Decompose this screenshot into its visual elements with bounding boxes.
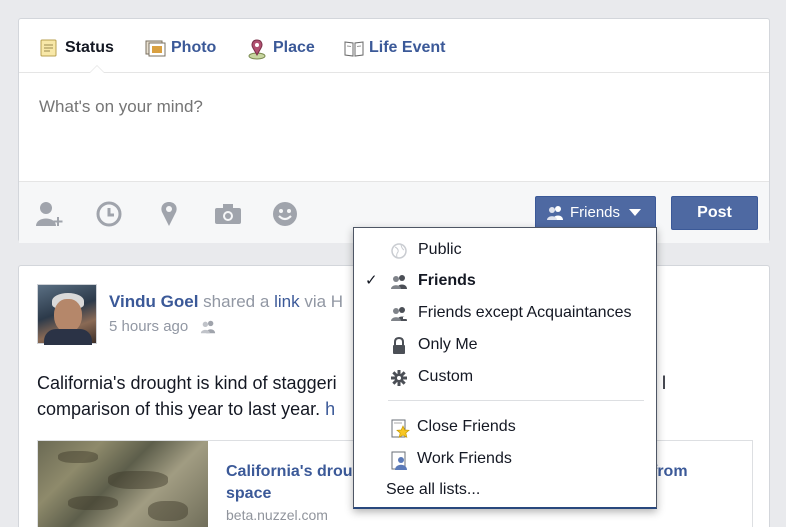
star-list-icon — [390, 419, 410, 439]
dropdown-divider — [388, 400, 644, 401]
audience-option-only-me[interactable]: Only Me — [354, 331, 656, 361]
story-inline-link[interactable]: h — [325, 399, 335, 419]
story-text-line2: comparison of this year to last year. — [37, 399, 321, 419]
tab-life-event[interactable]: Life Event — [343, 37, 445, 59]
shared-link-link[interactable]: link — [274, 292, 300, 311]
globe-icon — [390, 242, 408, 260]
audience-label: Friends — [570, 204, 621, 221]
composer-card: Status Photo Place Life Event What's on … — [18, 18, 770, 243]
audience-option-custom[interactable]: Custom — [354, 363, 656, 393]
audience-option-friends-except-acquaintances[interactable]: Friends except Acquaintances — [354, 299, 656, 329]
gear-icon — [390, 369, 408, 387]
audience-list-work-friends[interactable]: Work Friends — [354, 445, 656, 475]
see-all-lists-link[interactable]: See all lists... — [386, 481, 480, 499]
avatar[interactable] — [37, 284, 97, 345]
chevron-down-icon — [629, 209, 642, 216]
story-text-line1: California's drought is kind of staggeri — [37, 373, 337, 393]
story-header: Vindu Goel shared a link via H — [109, 292, 343, 312]
tab-photo-label: Photo — [171, 39, 217, 56]
work-list-icon — [390, 451, 408, 470]
status-icon — [39, 38, 59, 58]
action-suffix: via H — [304, 292, 344, 311]
tab-status[interactable]: Status — [39, 37, 114, 59]
story-text-line1-end: l — [662, 373, 666, 393]
friends-icon — [546, 205, 564, 221]
tab-photo[interactable]: Photo — [145, 37, 216, 59]
audience-dropdown-menu: Public ✓ Friends Friends except Acquaint… — [353, 227, 657, 509]
link-thumbnail-image[interactable] — [38, 441, 208, 527]
tab-life-event-label: Life Event — [369, 39, 446, 56]
audience-option-friends[interactable]: ✓ Friends — [354, 267, 656, 297]
tab-place[interactable]: Place — [247, 37, 315, 60]
status-input[interactable] — [39, 97, 539, 117]
friends-icon — [390, 273, 408, 291]
place-pin-icon — [247, 38, 267, 60]
audience-list-close-friends[interactable]: Close Friends — [354, 413, 656, 443]
tab-place-label: Place — [273, 39, 315, 56]
audience-friends-icon[interactable] — [200, 319, 216, 335]
check-icon: ✓ — [365, 272, 378, 289]
active-tab-caret — [89, 65, 105, 73]
tab-status-label: Status — [65, 39, 114, 56]
composer-tabs: Status Photo Place Life Event — [19, 19, 769, 73]
camera-icon[interactable] — [213, 200, 241, 228]
lock-icon — [390, 336, 408, 355]
audience-option-public[interactable]: Public — [354, 236, 656, 266]
action-prefix: shared a — [203, 292, 270, 311]
timestamp[interactable]: 5 hours ago — [109, 318, 188, 335]
link-domain: beta.nuzzel.com — [226, 507, 328, 523]
tag-friends-icon[interactable] — [35, 200, 63, 228]
audience-selector-button[interactable]: Friends — [535, 196, 656, 229]
author-name-link[interactable]: Vindu Goel — [109, 292, 198, 311]
life-event-book-icon — [343, 38, 364, 58]
clock-icon[interactable] — [95, 200, 123, 228]
story-meta: 5 hours ago — [109, 318, 216, 335]
location-pin-icon[interactable] — [155, 200, 183, 228]
post-button[interactable]: Post — [671, 196, 758, 230]
smiley-icon[interactable] — [271, 200, 299, 228]
friends-except-icon — [390, 305, 408, 323]
photo-icon — [145, 38, 166, 58]
